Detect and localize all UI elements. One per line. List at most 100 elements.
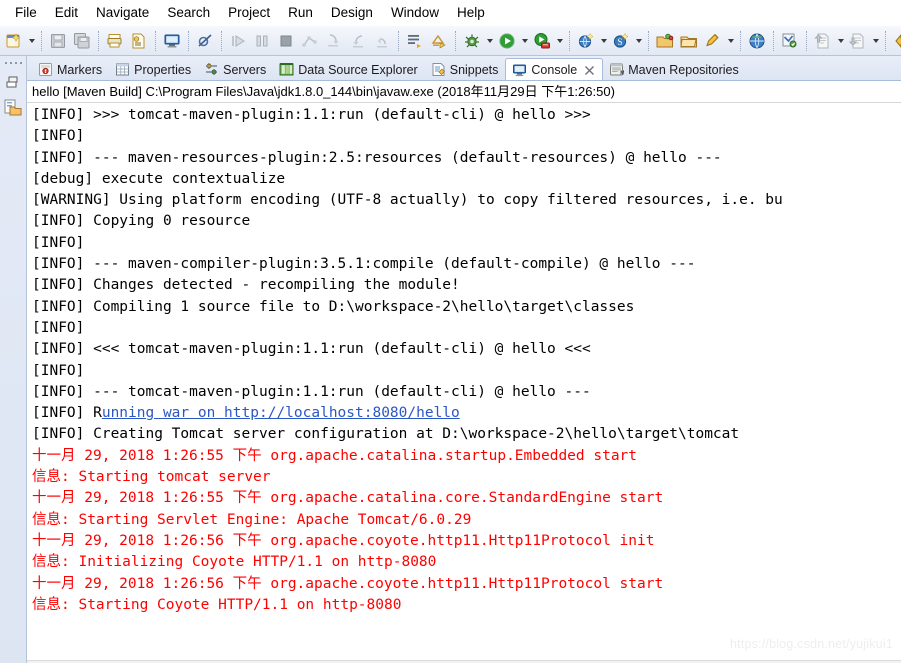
tab-maven-repositories[interactable]: MMaven Repositories	[603, 58, 745, 80]
search-icon[interactable]	[779, 30, 801, 52]
dropdown-arrow-icon[interactable]	[26, 30, 37, 52]
validate-icon[interactable]	[128, 30, 150, 52]
console-line: [INFO] Creating Tomcat server configurat…	[32, 426, 740, 443]
left-fast-view-bar	[0, 56, 27, 663]
toolbar-separator	[740, 30, 741, 51]
menu-item-help[interactable]: Help	[448, 2, 494, 24]
back-history-icon[interactable]	[891, 30, 901, 52]
tab-label: Console	[531, 63, 578, 77]
console-icon	[512, 63, 527, 78]
dropdown-arrow-icon[interactable]	[870, 30, 881, 52]
open-console-icon[interactable]	[161, 30, 183, 52]
print-icon[interactable]	[104, 30, 126, 52]
open-type-icon[interactable]	[428, 30, 450, 52]
dropdown-arrow-icon[interactable]	[598, 30, 609, 52]
rail-drag-handle[interactable]	[4, 59, 22, 66]
step-over-icon[interactable]	[347, 30, 369, 52]
run-icon[interactable]	[496, 30, 518, 52]
new-package-icon[interactable]	[654, 30, 676, 52]
menu-item-edit[interactable]: Edit	[46, 2, 87, 24]
menu-item-design[interactable]: Design	[322, 2, 382, 24]
open-browser-icon[interactable]	[746, 30, 768, 52]
svg-text:S: S	[617, 37, 622, 47]
console-line: [INFO] --- tomcat-maven-plugin:1.1:run (…	[32, 383, 591, 400]
terminate-icon[interactable]	[275, 30, 297, 52]
dropdown-arrow-icon[interactable]	[519, 30, 530, 52]
console-line: [INFO] >>> tomcat-maven-plugin:1.1:run (…	[32, 107, 591, 123]
maven-repositories-icon: M	[609, 62, 625, 77]
tab-data-source-explorer[interactable]: Data Source Explorer	[273, 58, 425, 80]
tab-label: Markers	[57, 62, 103, 77]
tab-label: Servers	[223, 62, 267, 77]
tab-label: Data Source Explorer	[298, 62, 418, 77]
toolbar-separator	[41, 30, 42, 51]
tab-properties[interactable]: Properties	[109, 58, 198, 80]
toolbar-separator	[806, 30, 807, 51]
step-into-icon[interactable]	[323, 30, 345, 52]
data-source-explorer-icon	[279, 62, 294, 77]
package-explorer-icon[interactable]	[2, 96, 24, 120]
console-line: 十一月 29, 2018 1:26:56 下午 org.apache.coyot…	[32, 575, 664, 592]
dropdown-arrow-icon[interactable]	[725, 30, 736, 52]
console-line: [INFO]	[32, 128, 85, 145]
previous-annotation-icon[interactable]	[847, 30, 869, 52]
disconnect-icon[interactable]	[299, 30, 321, 52]
console-output[interactable]: [INFO] >>> tomcat-maven-plugin:1.1:run (…	[27, 103, 901, 663]
resume-icon[interactable]	[227, 30, 249, 52]
new-wizard-icon[interactable]	[3, 30, 25, 52]
console-line: 十一月 29, 2018 1:26:55 下午 org.apache.catal…	[32, 490, 664, 507]
console-line: [INFO] <<< tomcat-maven-plugin:1.1:run (…	[32, 341, 591, 358]
menu-item-navigate[interactable]: Navigate	[87, 2, 158, 24]
toolbar-separator	[885, 30, 886, 51]
toolbar-separator	[648, 30, 649, 51]
save-icon[interactable]	[47, 30, 69, 52]
svg-text:M: M	[621, 71, 625, 77]
menu-item-window[interactable]: Window	[382, 2, 448, 24]
close-icon[interactable]	[584, 65, 595, 76]
main-toolbar: S	[0, 26, 901, 56]
debug-icon[interactable]	[461, 30, 483, 52]
new-spring-bean-icon[interactable]: S	[610, 30, 632, 52]
console-line: 信息: Starting Servlet Engine: Apache Tomc…	[32, 511, 472, 528]
eclipse-ide-window: File Edit Navigate Search Project Run Design Wi…	[0, 0, 901, 663]
toolbar-separator	[455, 30, 456, 51]
save-all-icon[interactable]	[71, 30, 93, 52]
new-folder-icon[interactable]	[678, 30, 700, 52]
dropdown-arrow-icon[interactable]	[484, 30, 495, 52]
run-as-server-icon[interactable]	[531, 30, 553, 52]
snippets-icon	[431, 62, 446, 77]
skip-breakpoints-icon[interactable]	[194, 30, 216, 52]
console-line: [INFO] Compiling 1 source file to D:\wor…	[32, 298, 635, 315]
new-class-icon[interactable]	[702, 30, 724, 52]
next-annotation-icon[interactable]	[812, 30, 834, 52]
step-return-icon[interactable]	[371, 30, 393, 52]
dropdown-arrow-icon[interactable]	[554, 30, 565, 52]
console-line: [INFO]	[32, 319, 85, 336]
menu-item-search[interactable]: Search	[158, 2, 219, 24]
dropdown-arrow-icon[interactable]	[633, 30, 644, 52]
tab-console[interactable]: Console	[505, 58, 604, 80]
console-line: [INFO] --- maven-resources-plugin:2.5:re…	[32, 149, 722, 166]
console-line: 信息: Starting tomcat server	[32, 469, 271, 486]
tab-label: Properties	[134, 62, 192, 77]
suspend-icon[interactable]	[251, 30, 273, 52]
menu-item-project[interactable]: Project	[219, 2, 279, 24]
menu-item-run[interactable]: Run	[279, 2, 322, 24]
console-line: [INFO]	[32, 234, 85, 251]
menu-item-file[interactable]: File	[6, 2, 46, 24]
workbench-body: Markers Properties Servers Data Source Expl…	[0, 56, 901, 663]
console-line: [INFO] Changes detected - recompiling th…	[32, 277, 460, 294]
console-line: [INFO] Copying 0 resource	[32, 213, 251, 230]
console-line-text: [INFO] R	[32, 405, 102, 422]
dropdown-arrow-icon[interactable]	[835, 30, 846, 52]
open-task-icon[interactable]	[404, 30, 426, 52]
toolbar-separator	[98, 30, 99, 51]
console-hyperlink[interactable]: unning war on http://localhost:8080/hell…	[102, 405, 460, 421]
toolbar-separator	[188, 30, 189, 51]
restore-perspective-icon[interactable]	[2, 70, 24, 94]
tab-snippets[interactable]: Snippets	[425, 58, 506, 80]
tab-markers[interactable]: Markers	[32, 58, 109, 80]
tab-servers[interactable]: Servers	[198, 58, 273, 80]
new-web-project-icon[interactable]	[575, 30, 597, 52]
watermark: https://blog.csdn.net/yujikui1	[729, 637, 893, 651]
